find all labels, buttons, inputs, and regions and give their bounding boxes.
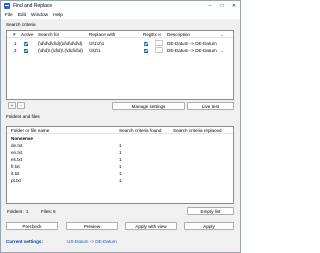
chevron-down-icon[interactable]: ⌄ [220, 48, 224, 54]
found-count: 1 [119, 150, 122, 155]
apply-with-view-button[interactable]: Apply with view [125, 222, 177, 230]
description-text[interactable]: DE-Datum -> DE-Datum [167, 48, 217, 53]
folders-files-header: Folder or file name Search criteria foun… [7, 127, 233, 134]
maximize-button[interactable]: □ [216, 1, 228, 11]
add-criteria-button[interactable]: + [8, 102, 16, 109]
files-count: 6 [53, 209, 56, 214]
search-pattern[interactable]: (\d\d\d\d\d)(\d\d\d\d\d) [38, 41, 82, 46]
replace-pattern[interactable]: \3\2\1 [89, 48, 101, 53]
title-bar: Find and Replace – □ ✕ [1, 1, 240, 11]
col-search-for: Search for [38, 32, 60, 37]
file-name: it.txt [11, 171, 20, 176]
app-icon [4, 3, 10, 9]
menu-edit[interactable]: Edit [18, 13, 26, 18]
remove-criteria-button[interactable]: - [17, 102, 25, 109]
found-count: 1 [119, 143, 122, 148]
precheck-button[interactable]: Precheck [6, 222, 58, 230]
found-count: 1 [119, 178, 122, 183]
col-criteria-found: Search criteria found [119, 128, 162, 133]
file-row[interactable]: es.txt 1 [7, 156, 233, 163]
minimize-button[interactable]: – [204, 1, 216, 11]
replace-pattern[interactable]: \2\1\2\1 [89, 41, 104, 46]
criteria-row-1[interactable]: 1 (\d\d\d\d\d)(\d\d\d\d\d) \2\1\2\1 DE-D… [7, 40, 233, 47]
col-active: Active [21, 32, 34, 37]
wildcard-checkbox[interactable] [155, 47, 163, 53]
file-row[interactable]: en.txt 1 [7, 149, 233, 156]
col-number: # [13, 32, 16, 37]
wildcard-checkbox[interactable] [155, 40, 163, 46]
search-criteria-label: Search criteria [6, 22, 36, 27]
file-row[interactable]: fr.txt 1 [7, 163, 233, 170]
search-criteria-table: # Active Search for Replace with RegEx ∞… [6, 30, 234, 100]
manage-settings-button[interactable]: Manage settings [112, 102, 185, 110]
files-count-label: Files: [41, 209, 52, 214]
empty-list-button[interactable]: Empty list [187, 207, 234, 215]
active-checkbox[interactable] [24, 48, 28, 53]
menu-window[interactable]: Window [31, 13, 48, 18]
row-number: 2 [14, 48, 17, 53]
file-row[interactable]: pt.txt 1 [7, 177, 233, 184]
col-wildcard-icon: ∞ [158, 32, 162, 37]
current-settings-value: US-Datum -> DE-Datum [67, 239, 117, 244]
find-replace-window: Find and Replace – □ ✕ File Edit Window … [0, 0, 241, 253]
file-row[interactable]: de.txt 1 [7, 142, 233, 149]
col-description: Description [167, 32, 190, 37]
apply-button[interactable]: Apply [184, 222, 234, 230]
chevron-down-icon[interactable]: ⌄ [220, 32, 224, 38]
menu-file[interactable]: File [5, 13, 13, 18]
live-test-button[interactable]: Live test [187, 102, 234, 110]
close-button[interactable]: ✕ [228, 1, 240, 11]
col-folder-name: Folder or file name [11, 128, 50, 133]
found-count: 1 [119, 157, 122, 162]
file-name: en.txt [11, 150, 23, 155]
file-row[interactable]: it.txt 1 [7, 170, 233, 177]
col-criteria-replaced: Search criteria replaced [173, 128, 222, 133]
col-replace-with: Replace with [89, 32, 116, 37]
preview-button[interactable]: Preview [66, 222, 118, 230]
menu-help[interactable]: Help [53, 13, 63, 18]
search-criteria-header: # Active Search for Replace with RegEx ∞… [7, 31, 233, 38]
folder-name: Nonsense [11, 136, 33, 141]
row-number: 1 [14, 41, 17, 46]
file-name: es.txt [11, 157, 22, 162]
description-text[interactable]: DE-Datum -> DE-Datum [167, 41, 217, 46]
folders-files-label: Folders and files [6, 114, 40, 119]
folders-files-table: Folder or file name Search criteria foun… [6, 126, 234, 204]
active-checkbox[interactable] [24, 41, 28, 46]
menu-bar: File Edit Window Help [1, 11, 240, 19]
col-regex: RegEx [143, 32, 157, 37]
folder-row[interactable]: Nonsense [7, 135, 233, 142]
file-name: pt.txt [11, 178, 21, 183]
regex-checkbox[interactable] [144, 48, 148, 53]
criteria-row-2[interactable]: 2 (\d\d)\.(\d\d)\.(\d\d\d\d) \3\2\1 DE-D… [7, 47, 233, 54]
found-count: 1 [119, 164, 122, 169]
current-settings-label: Current settings: [6, 239, 44, 244]
folders-count-label: Folders: [7, 209, 24, 214]
file-name: de.txt [11, 143, 23, 148]
window-title: Find and Replace [13, 3, 53, 9]
file-name: fr.txt [11, 164, 20, 169]
found-count: 1 [119, 171, 122, 176]
search-pattern[interactable]: (\d\d)\.(\d\d)\.(\d\d\d\d) [38, 48, 83, 53]
folders-count: 1 [26, 209, 29, 214]
regex-checkbox[interactable] [144, 41, 148, 46]
